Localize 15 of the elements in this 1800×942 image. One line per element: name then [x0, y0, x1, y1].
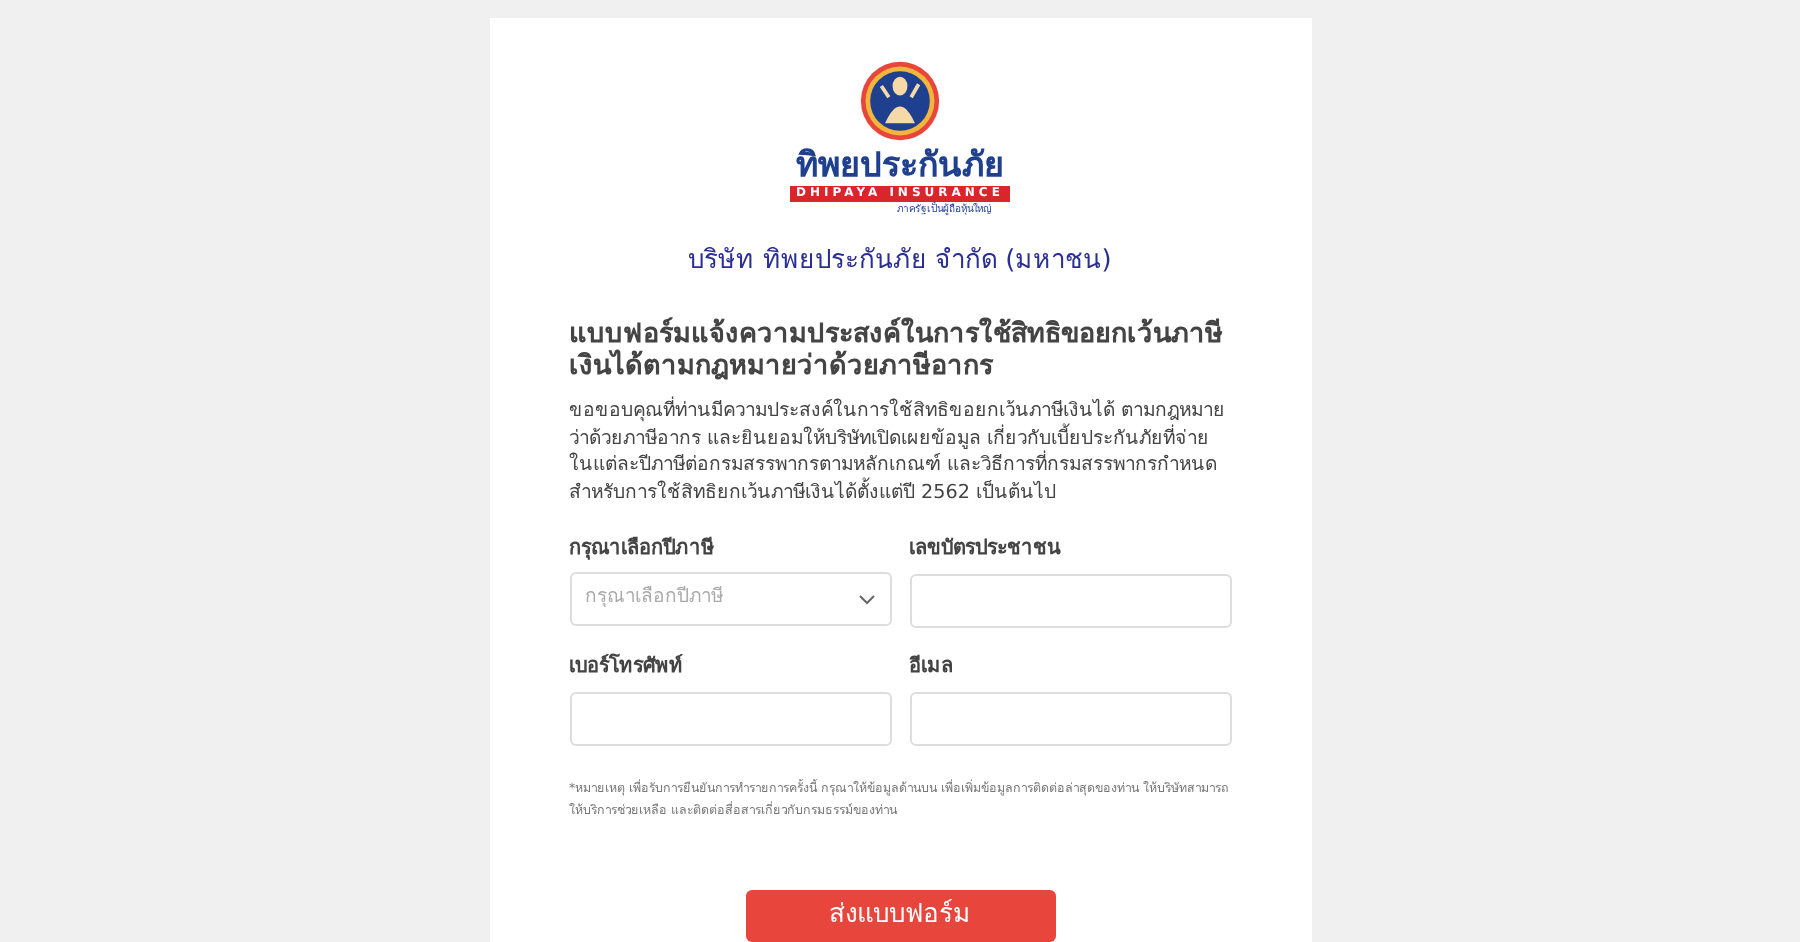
input-field[interactable]	[909, 692, 1231, 746]
field-label: เลขบัตรประชาชน	[909, 538, 1063, 562]
company-name: บริษัท ทิพยประกันภัย จำกัด (มหาชน)	[688, 246, 1112, 278]
logo-wordmark: ทิพยประกันภัย	[796, 146, 1004, 186]
tax-year-dropdown[interactable]: กรุณาเลือกปีภาษี	[569, 572, 891, 626]
submit-button[interactable]: ส่งแบบฟอร์ม	[745, 890, 1055, 942]
chevron-down-icon	[857, 593, 875, 605]
intro-paragraph: ขอขอบคุณที่ท่านมีความประสงค์ในการใช้สิทธิขอยกเว้นภาษีเงินได้ ตามกฎหมายว่าด้วยภาษีอากร และยินยอมให้บริษัทเปิดเผยข้อมูล เกี่ยวกับเบี้ยประกันภัยที่จ่ายในแต่ละปีภาษีต่อกรมสรรพากรตามหลักเกณฑ์ และวิธีการที่กรมสรรพากรกำหนด สำหรับการใช้สิทธิยกเว้นภาษีเงินได้ตั้งแต่ปี 2562 เป็นต้นไป	[569, 398, 1228, 506]
input-field[interactable]	[569, 692, 891, 746]
emblem-icon	[856, 60, 944, 142]
field-label: กรุณาเลือกปีภาษี	[569, 538, 717, 562]
form-title: แบบฟอร์มแจ้งความประสงค์ในการใช้สิทธิขอยกเว้นภาษีเงินได้ตามกฎหมายว่าด้วยภาษีอากร	[569, 318, 1225, 382]
field-label: เบอร์โทรศัพท์	[569, 656, 685, 680]
input-field[interactable]	[909, 574, 1231, 628]
field-label: อีเมล	[909, 656, 955, 680]
